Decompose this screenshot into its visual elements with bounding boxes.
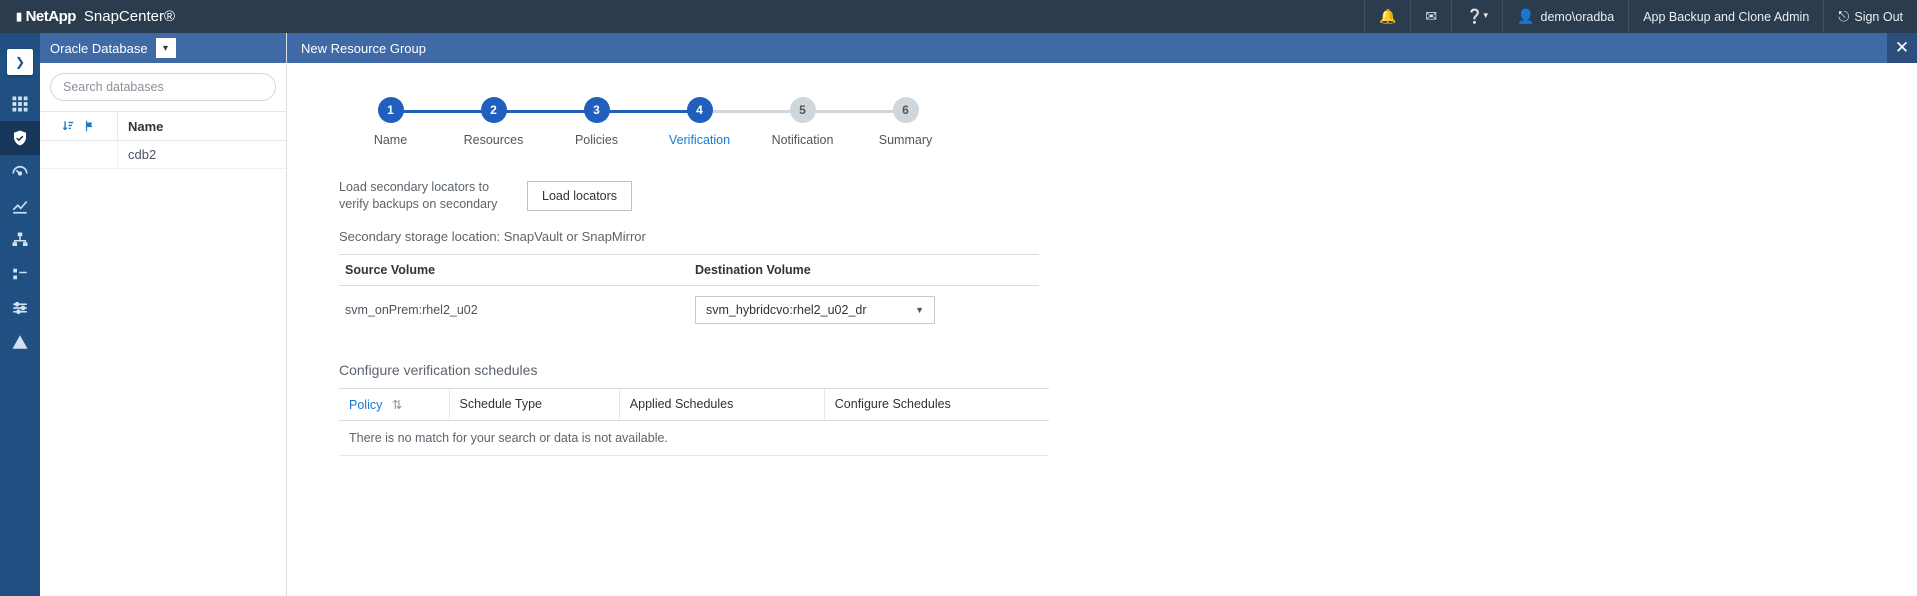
wizard-step-resources[interactable]: 2 Resources bbox=[442, 97, 545, 147]
col-destination-volume: Destination Volume bbox=[689, 254, 1039, 285]
signout-button[interactable]: ⎋ Sign Out bbox=[1823, 0, 1917, 33]
brand-company: NetApp bbox=[16, 8, 76, 25]
caret-down-icon: ▼ bbox=[915, 305, 924, 315]
notifications-button[interactable]: 🔔 bbox=[1364, 0, 1410, 33]
wizard-stepper: 1 Name 2 Resources 3 Policies 4 Verification 5 No… bbox=[339, 97, 1917, 147]
col-source-volume: Source Volume bbox=[339, 254, 689, 285]
nav-hosts[interactable] bbox=[0, 223, 40, 257]
wizard-step-notification: 5 Notification bbox=[751, 97, 854, 147]
step-label: Policies bbox=[545, 133, 648, 147]
step-label: Notification bbox=[751, 133, 854, 147]
resource-type-header: Oracle Database ▾ bbox=[40, 33, 286, 63]
step-label: Summary bbox=[854, 133, 957, 147]
help-icon: ❔ bbox=[1466, 8, 1483, 25]
schedules-empty: There is no match for your search or dat… bbox=[339, 420, 1049, 455]
user-menu[interactable]: 👤 demo\oradba bbox=[1502, 0, 1628, 33]
nav-dashboard[interactable] bbox=[0, 87, 40, 121]
step-number: 4 bbox=[687, 97, 713, 123]
step-number: 5 bbox=[790, 97, 816, 123]
table-row: svm_onPrem:rhel2_u02 svm_hybridcvo:rhel2… bbox=[339, 285, 1039, 334]
brand: NetApp SnapCenter® bbox=[0, 8, 185, 25]
caret-down-icon: ▾ bbox=[163, 43, 168, 54]
step-label: Resources bbox=[442, 133, 545, 147]
nav-rail: ❯ bbox=[0, 33, 40, 596]
step-number: 6 bbox=[893, 97, 919, 123]
step-number: 3 bbox=[584, 97, 610, 123]
gauge-icon bbox=[11, 163, 29, 181]
shield-check-icon bbox=[11, 129, 29, 147]
nav-reports[interactable] bbox=[0, 189, 40, 223]
nav-resources[interactable] bbox=[0, 121, 40, 155]
mail-icon: ✉ bbox=[1425, 8, 1437, 25]
schedules-title: Configure verification schedules bbox=[339, 362, 1107, 378]
storage-icon bbox=[11, 265, 29, 283]
sort-icon[interactable] bbox=[61, 119, 75, 133]
list-item: cdb2 bbox=[40, 141, 286, 169]
nav-settings[interactable] bbox=[0, 291, 40, 325]
destination-volume-value: svm_hybridcvo:rhel2_u02_dr bbox=[706, 303, 867, 317]
col-policy[interactable]: Policy ⇅ bbox=[339, 388, 449, 420]
user-icon: 👤 bbox=[1517, 8, 1534, 25]
resource-type-dropdown[interactable]: ▾ bbox=[156, 38, 176, 58]
col-schedule-type[interactable]: Schedule Type bbox=[449, 388, 619, 420]
load-locators-button[interactable]: Load locators bbox=[527, 181, 632, 211]
role-label[interactable]: App Backup and Clone Admin bbox=[1628, 0, 1823, 33]
resource-type-label: Oracle Database bbox=[50, 41, 148, 56]
help-menu[interactable]: ❔ bbox=[1451, 0, 1502, 33]
main-title: New Resource Group bbox=[301, 41, 426, 56]
chevron-right-icon: ❯ bbox=[15, 55, 25, 69]
destination-volume-select[interactable]: svm_hybridcvo:rhel2_u02_dr ▼ bbox=[695, 296, 935, 324]
wizard-step-name[interactable]: 1 Name bbox=[339, 97, 442, 147]
step-label: Name bbox=[339, 133, 442, 147]
warning-icon bbox=[11, 333, 29, 351]
signout-icon: ⎋ bbox=[1838, 8, 1849, 25]
column-name-header[interactable]: Name bbox=[118, 112, 286, 140]
topbar: NetApp SnapCenter® 🔔 ✉ ❔ 👤 demo\oradba A… bbox=[0, 0, 1917, 33]
wizard-step-summary: 6 Summary bbox=[854, 97, 957, 147]
resource-item[interactable]: cdb2 bbox=[118, 141, 286, 168]
wizard-step-verification[interactable]: 4 Verification bbox=[648, 97, 751, 147]
close-icon: ✕ bbox=[1895, 38, 1909, 58]
schedules-table: Policy ⇅ Schedule Type Applied Schedules… bbox=[339, 388, 1049, 456]
step-number: 1 bbox=[378, 97, 404, 123]
chart-icon bbox=[11, 197, 29, 215]
sort-icon: ⇅ bbox=[392, 398, 402, 412]
user-name: demo\oradba bbox=[1541, 10, 1615, 24]
nav-monitor[interactable] bbox=[0, 155, 40, 189]
col-applied-schedules[interactable]: Applied Schedules bbox=[619, 388, 824, 420]
step-number: 2 bbox=[481, 97, 507, 123]
main-area: New Resource Group ✕ 1 Name 2 Resources 3 Pol… bbox=[287, 33, 1917, 596]
volume-table: Source Volume Destination Volume svm_onP… bbox=[339, 254, 1039, 334]
flag-icon[interactable] bbox=[83, 119, 97, 133]
step-label: Verification bbox=[648, 133, 751, 147]
hosts-icon bbox=[11, 231, 29, 249]
sliders-icon bbox=[11, 299, 29, 317]
main-header: New Resource Group ✕ bbox=[287, 33, 1917, 63]
brand-product: SnapCenter® bbox=[84, 8, 175, 25]
nav-storage[interactable] bbox=[0, 257, 40, 291]
source-volume-cell: svm_onPrem:rhel2_u02 bbox=[339, 285, 689, 334]
col-configure-schedules[interactable]: Configure Schedules bbox=[824, 388, 1049, 420]
nav-alerts[interactable] bbox=[0, 325, 40, 359]
wizard-step-policies[interactable]: 3 Policies bbox=[545, 97, 648, 147]
grid-icon bbox=[11, 95, 29, 113]
search-input[interactable] bbox=[50, 73, 276, 101]
resource-list: cdb2 bbox=[40, 141, 286, 596]
resource-panel: Oracle Database ▾ Name cdb2 bbox=[40, 33, 287, 596]
close-button[interactable]: ✕ bbox=[1887, 33, 1917, 63]
secondary-storage-title: Secondary storage location: SnapVault or… bbox=[339, 229, 1107, 244]
bell-icon: 🔔 bbox=[1379, 8, 1396, 25]
messages-button[interactable]: ✉ bbox=[1410, 0, 1451, 33]
load-locators-text: Load secondary locators to verify backup… bbox=[339, 179, 499, 213]
rail-toggle[interactable]: ❯ bbox=[7, 49, 33, 75]
